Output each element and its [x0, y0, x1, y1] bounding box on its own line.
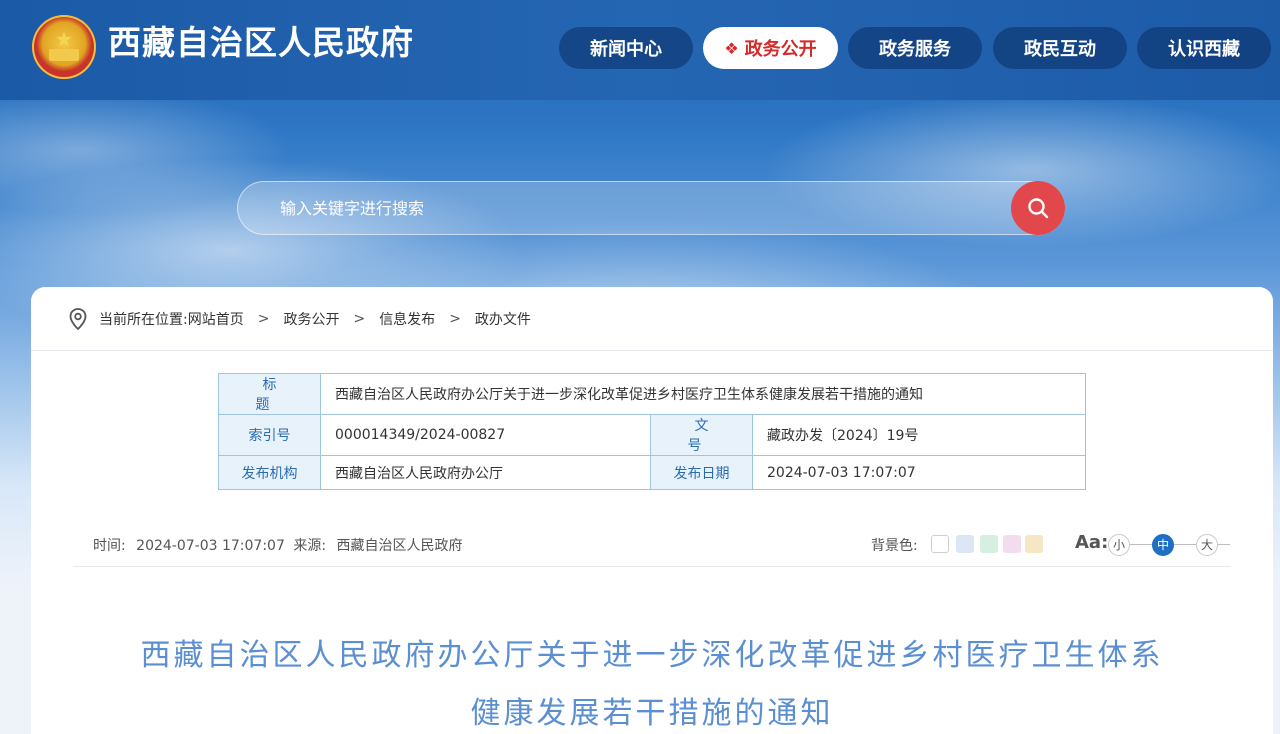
- source-value: 西藏自治区人民政府: [336, 538, 463, 554]
- search-input[interactable]: [280, 182, 980, 234]
- national-emblem-logo[interactable]: ★: [32, 15, 96, 79]
- font-size-medium-button[interactable]: 中: [1152, 534, 1174, 556]
- publisher-value: 西藏自治区人民政府办公厅: [320, 455, 651, 490]
- breadcrumb-home[interactable]: 网站首页: [188, 309, 244, 329]
- time-value: 2024-07-03 17:07:07: [136, 538, 285, 554]
- table-row: 发布机构 西藏自治区人民政府办公厅 发布日期 2024-07-03 17:07:…: [218, 455, 1086, 490]
- nav-public-interaction[interactable]: 政民互动: [993, 27, 1127, 69]
- star-icon: ★: [55, 27, 73, 51]
- breadcrumb-prefix: 当前所在位置:: [99, 311, 188, 328]
- nav-label: 新闻中心: [590, 39, 662, 60]
- nav-label: 认识西藏: [1168, 39, 1240, 60]
- article-info: 时间: 2024-07-03 17:07:07 来源: 西藏自治区人民政府: [93, 535, 463, 555]
- breadcrumb-office-docs[interactable]: 政办文件: [475, 309, 531, 329]
- gate-icon: [49, 49, 79, 61]
- time-label: 时间:: [93, 538, 126, 554]
- knot-icon: ❖: [724, 38, 739, 58]
- nav-label: 政务服务: [879, 39, 951, 60]
- title-value: 西藏自治区人民政府办公厅关于进一步深化改革促进乡村医疗卫生体系健康发展若干措施的…: [320, 373, 1086, 415]
- bg-color-green[interactable]: [980, 535, 998, 553]
- nav-label: 政民互动: [1024, 39, 1096, 60]
- background-color-label: 背景色:: [871, 538, 918, 554]
- breadcrumb-separator: >: [257, 310, 270, 327]
- bg-color-beige[interactable]: [1025, 535, 1043, 553]
- location-pin-icon: [69, 307, 87, 330]
- publish-date-label: 发布日期: [650, 455, 753, 490]
- doc-number-label: 文 号: [650, 414, 753, 456]
- search-bar: [237, 181, 1065, 235]
- document-title: 西藏自治区人民政府办公厅关于进一步深化改革促进乡村医疗卫生体系 健康发展若干措施…: [31, 627, 1273, 734]
- index-value: 000014349/2024-00827: [320, 414, 651, 456]
- site-title[interactable]: 西藏自治区人民政府: [108, 16, 414, 64]
- search-button[interactable]: [1011, 181, 1065, 235]
- breadcrumb-info-release[interactable]: 信息发布: [379, 309, 435, 329]
- index-label: 索引号: [218, 414, 321, 456]
- breadcrumb-gov-open[interactable]: 政务公开: [283, 309, 339, 329]
- breadcrumb-separator: >: [353, 310, 366, 327]
- doc-number-value: 藏政办发〔2024〕19号: [752, 414, 1086, 456]
- nav-government-services[interactable]: 政务服务: [848, 27, 982, 69]
- document-meta-table: 标 题 西藏自治区人民政府办公厅关于进一步深化改革促进乡村医疗卫生体系健康发展若…: [218, 373, 1086, 490]
- bg-color-blue[interactable]: [956, 535, 974, 553]
- bg-color-white[interactable]: [931, 535, 949, 553]
- table-row: 标 题 西藏自治区人民政府办公厅关于进一步深化改革促进乡村医疗卫生体系健康发展若…: [218, 373, 1086, 415]
- breadcrumb-separator: >: [449, 310, 461, 327]
- document-title-line-2: 健康发展若干措施的通知: [470, 696, 834, 731]
- breadcrumb: 当前所在位置: 网站首页 > 政务公开 > 信息发布 > 政办文件: [31, 287, 1273, 351]
- document-title-line-1: 西藏自治区人民政府办公厅关于进一步深化改革促进乡村医疗卫生体系: [140, 638, 1164, 673]
- nav-about-tibet[interactable]: 认识西藏: [1137, 27, 1271, 69]
- search-icon: [1028, 198, 1049, 219]
- font-size-large-button[interactable]: 大: [1196, 534, 1218, 556]
- font-size-icon: Aa:: [1075, 532, 1109, 553]
- bg-color-pink[interactable]: [1003, 535, 1021, 553]
- nav-government-affairs-open[interactable]: ❖ 政务公开: [703, 27, 838, 69]
- source-label: 来源:: [293, 538, 327, 554]
- publisher-label: 发布机构: [218, 455, 321, 490]
- header-bar: ★ 西藏自治区人民政府 新闻中心 ❖ 政务公开 政务服务 政民互动 认识西藏: [0, 0, 1280, 100]
- divider: [73, 566, 1231, 567]
- content-card: 当前所在位置: 网站首页 > 政务公开 > 信息发布 > 政办文件 标 题 西藏…: [31, 287, 1273, 734]
- title-label: 标 题: [218, 373, 321, 415]
- nav-label: 政务公开: [744, 39, 817, 60]
- publish-date-value: 2024-07-03 17:07:07: [752, 455, 1086, 490]
- table-row: 索引号 000014349/2024-00827 文 号 藏政办发〔2024〕1…: [218, 414, 1086, 456]
- nav-news-center[interactable]: 新闻中心: [559, 27, 693, 69]
- font-size-small-button[interactable]: 小: [1108, 534, 1130, 556]
